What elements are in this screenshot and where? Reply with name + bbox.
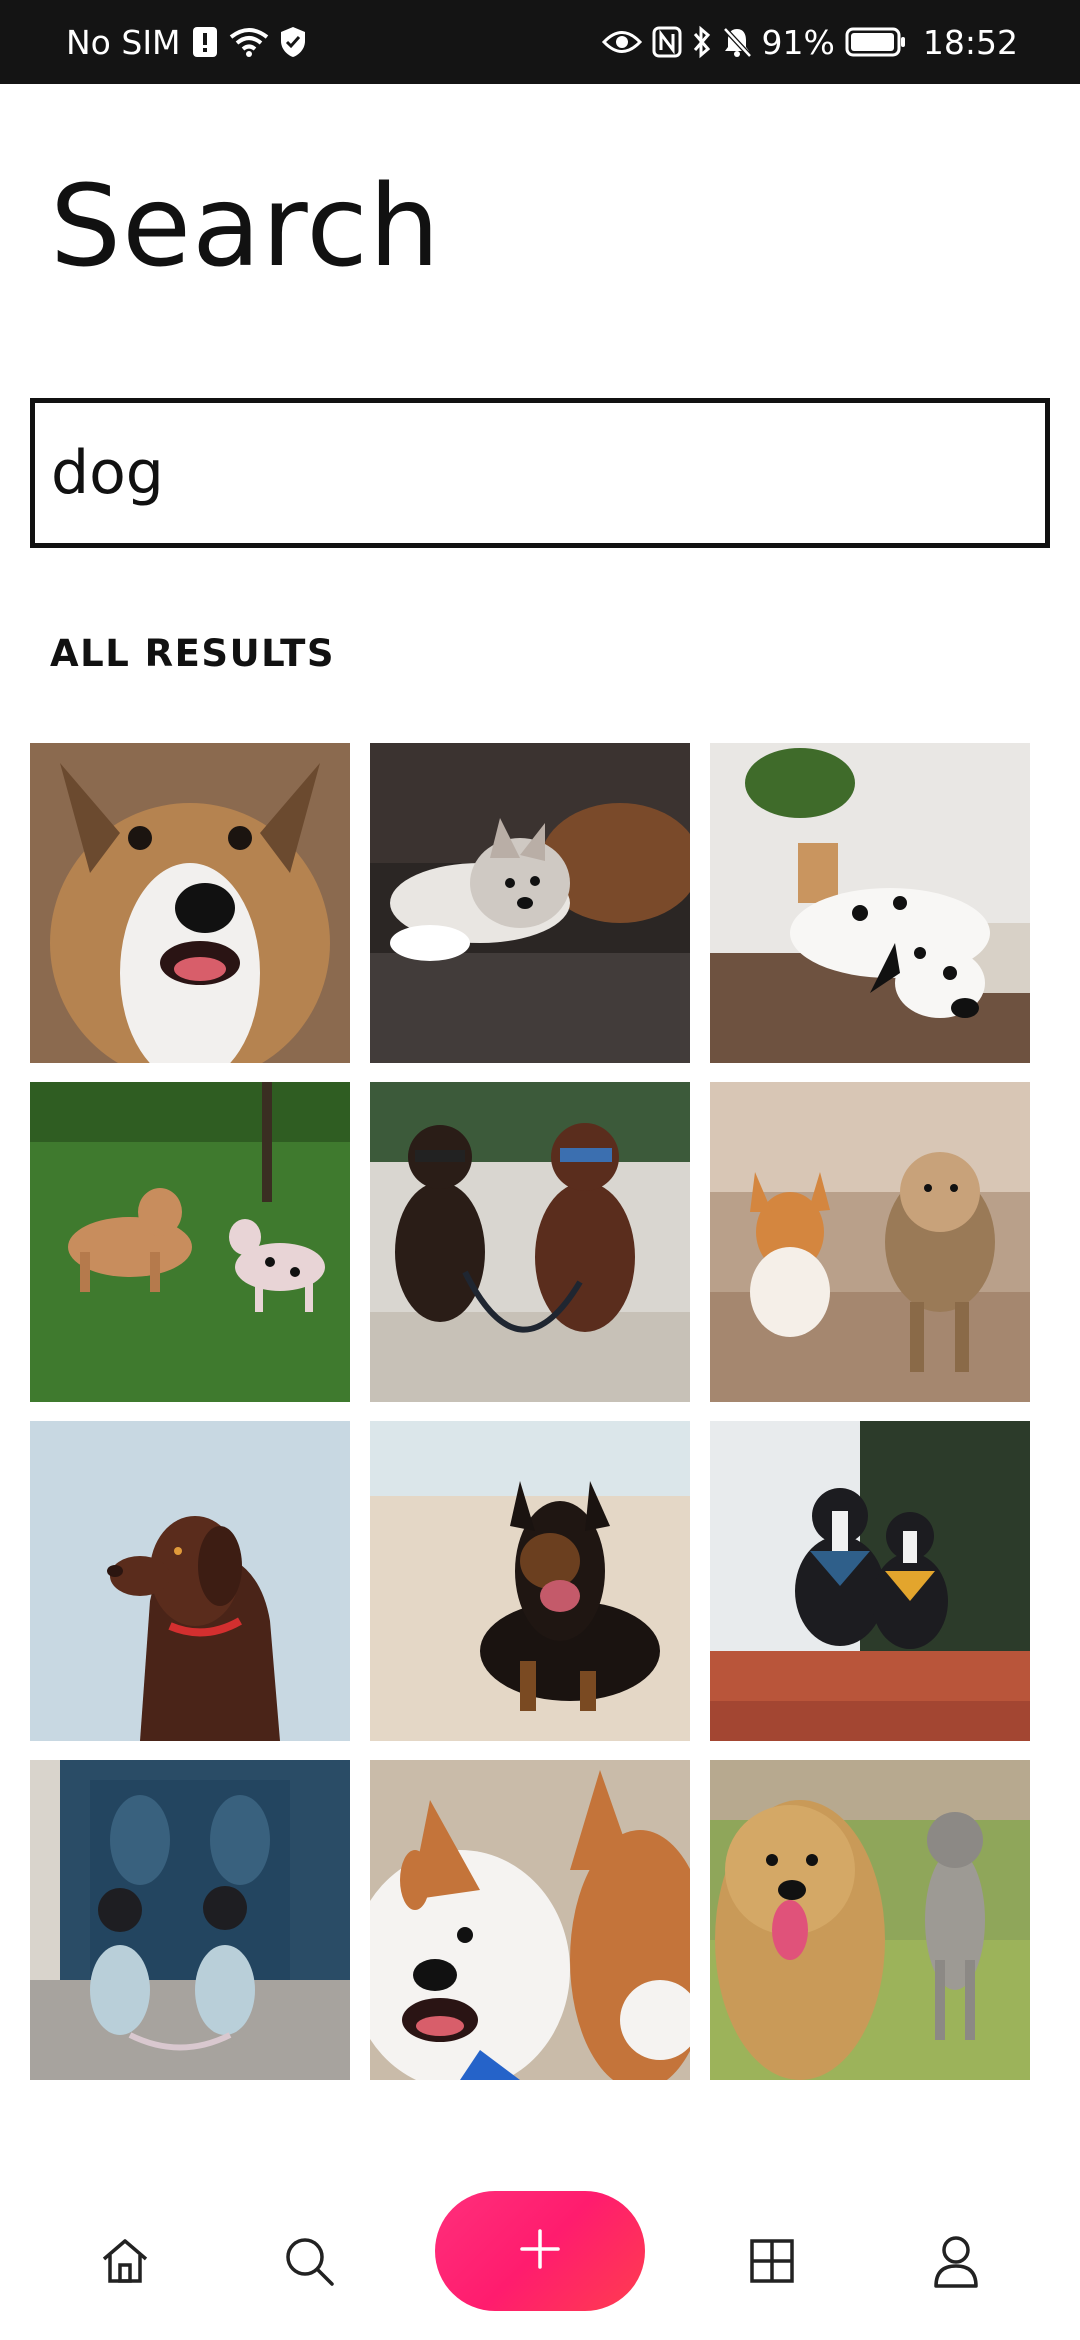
home-icon <box>99 2235 151 2292</box>
result-image[interactable] <box>30 1421 350 1741</box>
result-image[interactable] <box>370 1082 690 1402</box>
result-image[interactable] <box>370 1760 690 2080</box>
result-image[interactable] <box>30 1760 350 2080</box>
partial-result-image-15 <box>710 2099 1030 2133</box>
add-post-button[interactable] <box>435 2191 645 2311</box>
status-bar: No SIM 91% 18:52 <box>0 0 1080 84</box>
results-heading: ALL RESULTS <box>50 632 335 675</box>
partial-result-image-13 <box>30 2099 350 2133</box>
page-title: Search <box>50 162 441 292</box>
search-input[interactable] <box>51 403 1045 543</box>
clock: 18:52 <box>922 22 1018 62</box>
jack-russell-closeup-image <box>30 743 350 1063</box>
nav-home[interactable] <box>90 2228 160 2298</box>
result-image[interactable] <box>30 2099 350 2133</box>
result-image[interactable] <box>370 2099 690 2133</box>
result-image[interactable] <box>710 1760 1030 2080</box>
chocolate-labrador-image <box>30 1421 350 1741</box>
result-image[interactable] <box>710 2099 1030 2133</box>
nfc-icon <box>652 26 682 58</box>
result-image[interactable] <box>30 743 350 1063</box>
eye-icon <box>601 27 642 57</box>
bottom-navigation <box>0 2133 1080 2340</box>
search-icon <box>282 2234 336 2293</box>
german-shepherd-beach-image <box>370 1421 690 1741</box>
shield-check-icon <box>279 25 307 59</box>
battery-percent: 91% <box>761 22 835 62</box>
nav-search[interactable] <box>274 2228 344 2298</box>
bluetooth-icon <box>692 25 712 59</box>
sim-alert-icon <box>191 25 219 59</box>
battery-icon <box>845 26 907 58</box>
nav-profile[interactable] <box>921 2228 991 2298</box>
doodle-and-schnauzer-image <box>710 1760 1030 2080</box>
plus-icon <box>518 2227 562 2276</box>
results-next-row <box>30 2099 1050 2133</box>
nav-grid[interactable] <box>737 2228 807 2298</box>
husky-puppy-on-couch-image <box>370 743 690 1063</box>
partial-result-image-14 <box>370 2099 690 2133</box>
result-image[interactable] <box>710 1082 1030 1402</box>
result-image[interactable] <box>30 1082 350 1402</box>
wifi-icon <box>229 25 269 59</box>
frenchies-in-sweaters-image <box>30 1760 350 2080</box>
corgi-and-yorkie-image <box>710 1082 1030 1402</box>
results-grid <box>30 743 1050 2080</box>
profile-icon <box>932 2234 980 2293</box>
carrier-label: No SIM <box>66 22 181 62</box>
two-poodles-sunglasses-image <box>370 1082 690 1402</box>
shiba-selfie-image <box>370 1760 690 2080</box>
search-field[interactable] <box>30 398 1050 548</box>
labrador-and-dalmatian-grass-image <box>30 1082 350 1402</box>
grid-icon <box>748 2237 796 2290</box>
result-image[interactable] <box>370 743 690 1063</box>
boston-terriers-bandanas-image <box>710 1421 1030 1741</box>
result-image[interactable] <box>370 1421 690 1741</box>
result-image[interactable] <box>710 743 1030 1063</box>
dalmatian-lying-image <box>710 743 1030 1063</box>
bell-muted-icon <box>722 26 752 58</box>
result-image[interactable] <box>710 1421 1030 1741</box>
